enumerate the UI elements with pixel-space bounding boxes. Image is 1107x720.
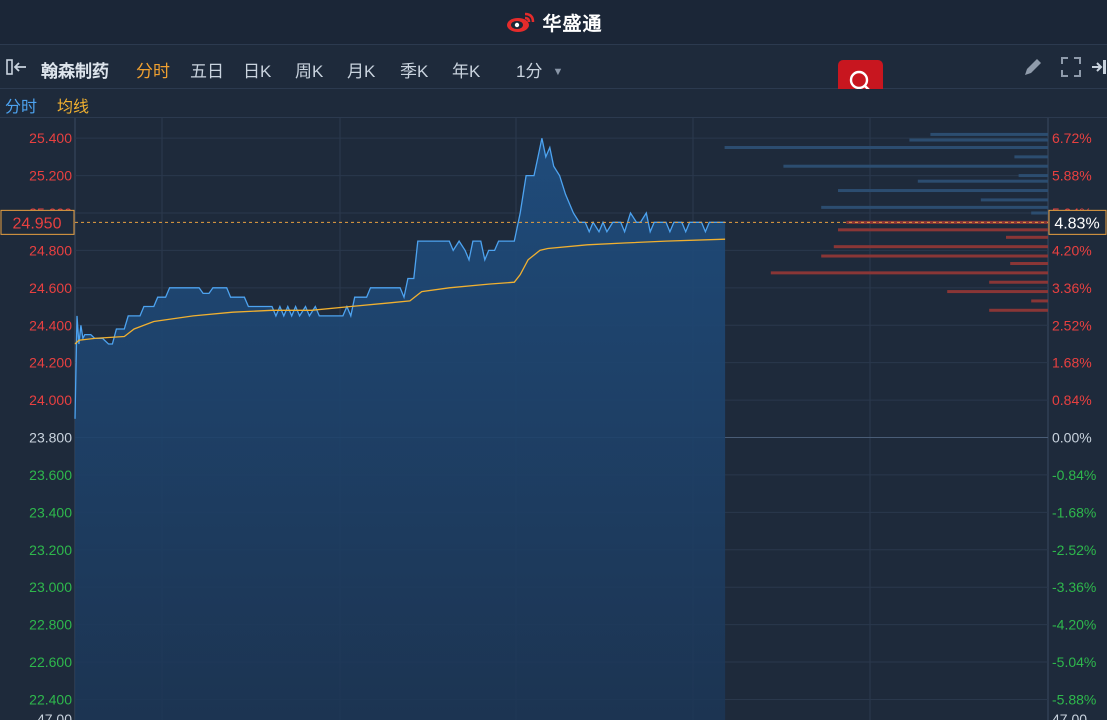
bid-depth-bar — [833, 245, 1048, 249]
intraday-chart: 25.4006.72%25.2005.88%25.0005.04%24.8004… — [0, 118, 1107, 720]
current-price-label: 24.950 — [13, 215, 62, 232]
y-tick-label-right: -0.84% — [1052, 467, 1096, 483]
legend-average: 均线 — [57, 99, 90, 116]
ask-depth-bar — [930, 132, 1048, 136]
y-tick-label-left: 24.800 — [29, 242, 72, 258]
exit-icon[interactable] — [1090, 57, 1107, 77]
brand: 华盛通 — [504, 9, 602, 36]
toolbar: 翰森制药 分时 五日 日K 周K 月K 季K 年K 1分 ▼ — [0, 45, 1107, 89]
y-tick-label-right: -5.04% — [1052, 654, 1096, 670]
ask-depth-bar — [821, 205, 1048, 209]
stock-name[interactable]: 翰森制药 — [41, 57, 109, 82]
pencil-icon[interactable] — [1022, 56, 1044, 78]
weibo-style-eye-icon — [507, 12, 535, 32]
bid-depth-bar — [821, 254, 1048, 258]
current-change-label: 4.83% — [1054, 215, 1099, 232]
y-tick-label-right: 2.52% — [1052, 317, 1092, 333]
tab-quarterly-k[interactable]: 季K — [400, 57, 428, 82]
y-tick-label-left: 24.400 — [29, 317, 72, 333]
y-tick-label-left: 25.400 — [29, 130, 72, 146]
fullscreen-icon[interactable] — [1060, 56, 1082, 78]
ask-depth-bar — [783, 164, 1048, 168]
y-tick-label-left: 22.600 — [29, 654, 72, 670]
y-tick-label-right: 0.00% — [1052, 430, 1092, 446]
bid-depth-bar — [1006, 235, 1048, 239]
y-tick-label-left: 23.800 — [29, 430, 72, 446]
bid-depth-bar — [1010, 262, 1048, 266]
y-tick-label-left: 25.200 — [29, 168, 72, 184]
y-tick-label-right: -5.88% — [1052, 691, 1096, 707]
y-tick-label-left: 24.200 — [29, 355, 72, 371]
bid-depth-bar — [989, 308, 1048, 312]
y-tick-label-right: 1.68% — [1052, 355, 1092, 371]
tab-monthly-k[interactable]: 月K — [347, 57, 375, 82]
bid-depth-bar — [838, 228, 1048, 232]
legend-price: 分时 — [5, 99, 38, 116]
y-tick-label-left: 23.000 — [29, 579, 72, 595]
app-header: 华盛通 — [0, 0, 1107, 45]
y-tick-label-right: -4.20% — [1052, 617, 1096, 633]
y-tick-label-left: 22.400 — [29, 691, 72, 707]
interval-label: 1分 — [516, 62, 543, 81]
sidebar-toggle-icon[interactable] — [6, 59, 30, 75]
bid-depth-bar — [770, 271, 1048, 275]
y-tick-label-right: 6.72% — [1052, 130, 1092, 146]
chevron-down-icon: ▼ — [552, 66, 564, 78]
ask-depth-bar — [724, 146, 1048, 150]
y-tick-label-right: 3.36% — [1052, 280, 1092, 296]
brand-name: 华盛通 — [542, 13, 603, 35]
y-tick-label-left: 24.600 — [29, 280, 72, 296]
y-tick-label-left: 23.600 — [29, 467, 72, 483]
tab-five-day[interactable]: 五日 — [190, 57, 224, 82]
y-tick-label-left: 22.800 — [29, 617, 72, 633]
y-tick-label-right: -3.36% — [1052, 579, 1096, 595]
y-tick-label-right: 0.84% — [1052, 392, 1092, 408]
ask-depth-bar — [917, 179, 1048, 183]
ask-depth-bar — [980, 198, 1048, 202]
tab-daily-k[interactable]: 日K — [243, 57, 271, 82]
y-tick-label-left: 23.400 — [29, 504, 72, 520]
y-tick-label-left: 24.000 — [29, 392, 72, 408]
y-tick-label-right: 4.20% — [1052, 242, 1092, 258]
interval-select[interactable]: 1分 ▼ — [516, 57, 563, 82]
y-tick-label-left: 23.200 — [29, 542, 72, 558]
y-tick-label-right: 47.00 — [1052, 711, 1087, 720]
legend-bar: 分时 均线 — [0, 89, 1107, 118]
price-area-fill — [75, 138, 726, 720]
ask-depth-bar — [1014, 155, 1048, 159]
bid-depth-bar — [947, 290, 1048, 294]
y-tick-label-right: -2.52% — [1052, 542, 1096, 558]
tab-intraday[interactable]: 分时 — [136, 57, 170, 82]
ask-depth-bar — [1031, 211, 1048, 215]
y-tick-label-right: 5.88% — [1052, 168, 1092, 184]
ask-depth-bar — [838, 189, 1048, 193]
y-tick-label-left: 47.00 — [37, 711, 72, 720]
ask-depth-bar — [909, 138, 1048, 142]
bid-depth-bar — [989, 280, 1048, 284]
tab-weekly-k[interactable]: 周K — [295, 57, 323, 82]
ask-depth-bar — [1018, 174, 1048, 178]
tab-yearly-k[interactable]: 年K — [452, 57, 480, 82]
y-tick-label-right: -1.68% — [1052, 504, 1096, 520]
bid-depth-bar — [1031, 299, 1048, 303]
